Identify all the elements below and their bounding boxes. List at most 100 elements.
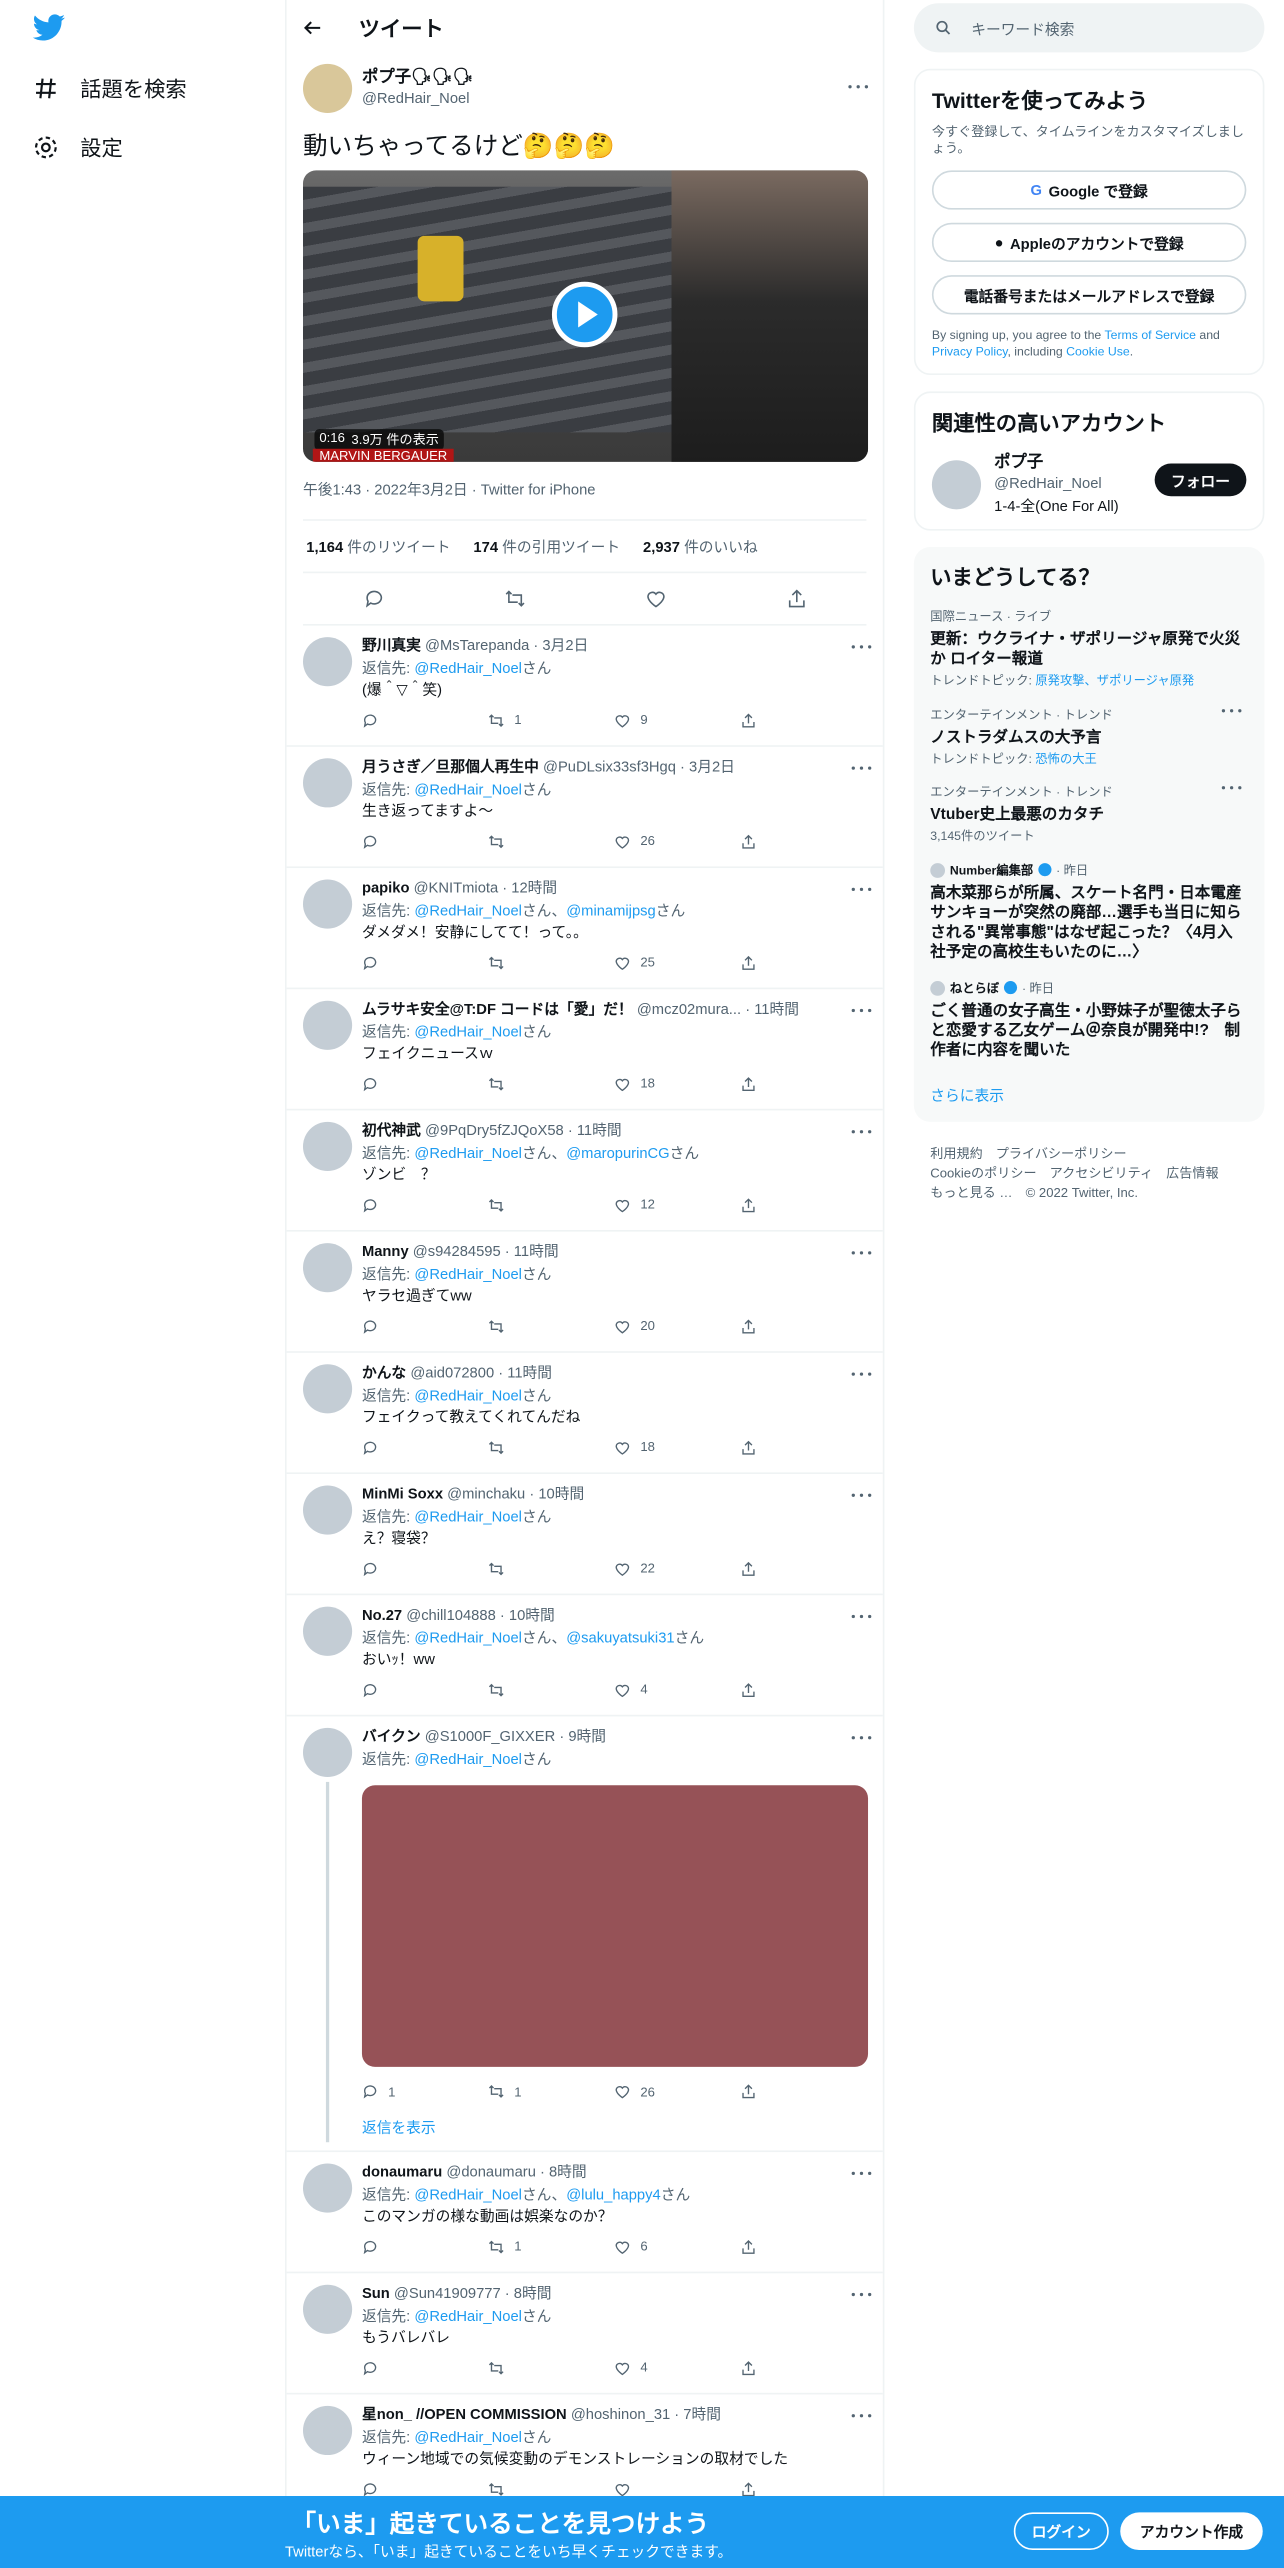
trend-item[interactable]: 国際ニュース · ライブ 更新：ウクライナ・ザポリージャ原発で火災か ロイター報… bbox=[930, 608, 1248, 689]
show-more-link[interactable]: さらに表示 bbox=[930, 1083, 1248, 1104]
share-button[interactable] bbox=[740, 1075, 866, 1091]
like-button[interactable]: 26 bbox=[614, 2083, 740, 2099]
cookie-link[interactable]: Cookie Use bbox=[1066, 344, 1130, 359]
reply-button[interactable] bbox=[362, 833, 488, 849]
avatar[interactable] bbox=[302, 63, 353, 114]
retweet-button[interactable] bbox=[488, 1318, 614, 1334]
like-button[interactable]: 20 bbox=[614, 1318, 740, 1334]
reply-to-link[interactable]: @RedHair_Noel bbox=[414, 1265, 522, 1281]
news-item[interactable]: ねとらぼ · 昨日 ごく普通の女子高生・小野妹子が聖徳太子らと恋愛する乙女ゲーム… bbox=[930, 979, 1248, 1061]
like-button[interactable]: 18 bbox=[614, 1075, 740, 1091]
reply-to-link[interactable]: @maropurinCG bbox=[566, 1144, 669, 1160]
more-icon[interactable] bbox=[851, 1008, 872, 1016]
retweet-count[interactable]: 1,164 件のリツイート bbox=[306, 536, 450, 557]
reply-handle[interactable]: @s94284595 · 11時間 bbox=[413, 1243, 559, 1259]
like-button[interactable]: 9 bbox=[614, 712, 740, 728]
reply-to-link[interactable]: @RedHair_Noel bbox=[414, 1750, 522, 1766]
retweet-button[interactable] bbox=[488, 2359, 614, 2375]
share-button[interactable] bbox=[740, 2083, 866, 2099]
retweet-button[interactable] bbox=[488, 1560, 614, 1576]
avatar[interactable] bbox=[931, 460, 982, 510]
more-icon[interactable] bbox=[848, 85, 869, 92]
share-button[interactable] bbox=[740, 954, 866, 970]
reply-author-name[interactable]: papiko bbox=[362, 879, 410, 895]
reply-author-name[interactable]: かんな bbox=[362, 1364, 406, 1380]
reply-author-name[interactable]: Sun bbox=[362, 2285, 390, 2301]
reply-tweet[interactable]: ムラサキ安全@T:DF コードは「愛」だ！ @mcz02mura... · 11… bbox=[286, 989, 883, 1111]
footer-line[interactable]: 利用規約 プライバシーポリシー bbox=[930, 1144, 1264, 1164]
reply-author-name[interactable]: MinMi Soxx bbox=[362, 1485, 443, 1501]
reply-tweet[interactable]: MinMi Soxx @minchaku · 10時間 返信先: @RedHair… bbox=[286, 1474, 883, 1596]
google-signup-button[interactable]: G Google で登録 bbox=[931, 170, 1247, 210]
like-button[interactable]: 25 bbox=[614, 954, 740, 970]
more-icon[interactable] bbox=[851, 887, 872, 895]
more-icon[interactable] bbox=[851, 1614, 872, 1622]
reply-button[interactable] bbox=[362, 2238, 488, 2254]
reply-tweet[interactable]: 初代神武 @9PqDry5fZJQoX58 · 11時間 返信先: @RedHai… bbox=[286, 1110, 883, 1232]
login-button[interactable]: ログイン bbox=[1013, 2512, 1109, 2551]
like-button[interactable]: 6 bbox=[614, 2238, 740, 2254]
avatar[interactable] bbox=[302, 637, 353, 687]
retweet-icon[interactable] bbox=[504, 588, 525, 609]
reply-button[interactable] bbox=[362, 1075, 488, 1091]
back-arrow-icon[interactable] bbox=[303, 17, 323, 37]
like-button[interactable] bbox=[614, 2480, 740, 2496]
share-button[interactable] bbox=[740, 1318, 866, 1334]
reply-button[interactable] bbox=[362, 712, 488, 728]
more-icon[interactable] bbox=[851, 1251, 872, 1258]
reply-button[interactable] bbox=[362, 2359, 488, 2375]
retweet-button[interactable] bbox=[488, 2480, 614, 2496]
reply-handle[interactable]: @donaumaru · 8時間 bbox=[446, 2164, 586, 2180]
reply-to-link[interactable]: @RedHair_Noel bbox=[414, 902, 522, 918]
reply-to-link[interactable]: @RedHair_Noel bbox=[414, 1508, 522, 1524]
reply-to-link[interactable]: @RedHair_Noel bbox=[414, 1023, 522, 1039]
share-button[interactable] bbox=[740, 1196, 866, 1212]
tweet-video[interactable]: 0:16 3.9万 件の表示 MARVIN BERGAUER bbox=[302, 170, 869, 462]
reply-tweet[interactable]: Manny @s94284595 · 11時間 返信先: @RedHair_Noe… bbox=[286, 1232, 883, 1353]
reply-author-name[interactable]: No.27 bbox=[362, 1607, 402, 1623]
retweet-button[interactable] bbox=[488, 1681, 614, 1697]
reply-button[interactable] bbox=[362, 1196, 488, 1212]
reply-author-name[interactable]: 月うさぎ／旦那個人再生中 bbox=[362, 758, 539, 774]
retweet-button[interactable]: 1 bbox=[488, 712, 614, 728]
more-icon[interactable] bbox=[851, 645, 872, 652]
reply-author-name[interactable]: 星non_ //OPEN COMMISSION bbox=[362, 2406, 567, 2422]
nav-explore[interactable]: 話題を検索 bbox=[33, 72, 187, 103]
reply-tweet[interactable]: papiko @KNITmiota · 12時間 返信先: @RedHair_No… bbox=[286, 868, 883, 990]
retweet-button[interactable] bbox=[488, 833, 614, 849]
reply-tweet[interactable]: donaumaru @donaumaru · 8時間 返信先: @RedHair_… bbox=[286, 2152, 883, 2274]
reply-author-name[interactable]: Manny bbox=[362, 1243, 409, 1259]
like-button[interactable]: 26 bbox=[614, 833, 740, 849]
reply-to-link[interactable]: @RedHair_Noel bbox=[414, 1386, 522, 1402]
share-button[interactable] bbox=[740, 833, 866, 849]
search-box[interactable]: キーワード検索 bbox=[913, 3, 1265, 53]
retweet-button[interactable] bbox=[488, 1439, 614, 1455]
reply-to-link[interactable]: @RedHair_Noel bbox=[414, 780, 522, 796]
nav-settings[interactable]: 設定 bbox=[33, 131, 123, 162]
privacy-link[interactable]: Privacy Policy bbox=[932, 344, 1008, 359]
avatar[interactable] bbox=[302, 2163, 353, 2213]
like-button[interactable]: 18 bbox=[614, 1439, 740, 1455]
author-name[interactable]: ポプ子🗣🗣🗣 bbox=[362, 69, 474, 89]
reply-button[interactable]: 1 bbox=[362, 2083, 488, 2099]
reply-button[interactable] bbox=[362, 954, 488, 970]
more-icon[interactable] bbox=[851, 2414, 872, 2421]
like-button[interactable]: 4 bbox=[614, 1681, 740, 1697]
thread-reply[interactable]: バイクン @S1000F_GIXXER · 9時間 返信先: @RedHair_… bbox=[286, 1716, 883, 2153]
reply-to-link[interactable]: @RedHair_Noel bbox=[414, 2307, 522, 2323]
retweet-button[interactable] bbox=[488, 954, 614, 970]
more-icon[interactable] bbox=[851, 766, 872, 773]
reply-tweet[interactable]: かんな @aid072800 · 11時間 返信先: @RedHair_Noelさ… bbox=[286, 1353, 883, 1475]
reply-button[interactable] bbox=[362, 2480, 488, 2496]
reply-handle[interactable]: @9PqDry5fZJQoX58 · 11時間 bbox=[425, 1122, 622, 1138]
more-icon[interactable] bbox=[851, 1736, 872, 1743]
reply-to-link[interactable]: @RedHair_Noel bbox=[414, 659, 522, 675]
avatar[interactable] bbox=[302, 1121, 353, 1172]
reply-tweet[interactable]: No.27 @chill104888 · 10時間 返信先: @RedHair_N… bbox=[286, 1595, 883, 1717]
reply-handle[interactable]: @minchaku · 10時間 bbox=[447, 1485, 584, 1501]
avatar[interactable] bbox=[302, 2405, 353, 2456]
reply-handle[interactable]: @PuDLsix33sf3Hgq · 3月2日 bbox=[543, 758, 735, 774]
reply-handle[interactable]: @mcz02mura... · 11時間 bbox=[637, 1001, 799, 1017]
more-icon[interactable] bbox=[851, 1130, 872, 1137]
avatar[interactable] bbox=[302, 1485, 353, 1535]
